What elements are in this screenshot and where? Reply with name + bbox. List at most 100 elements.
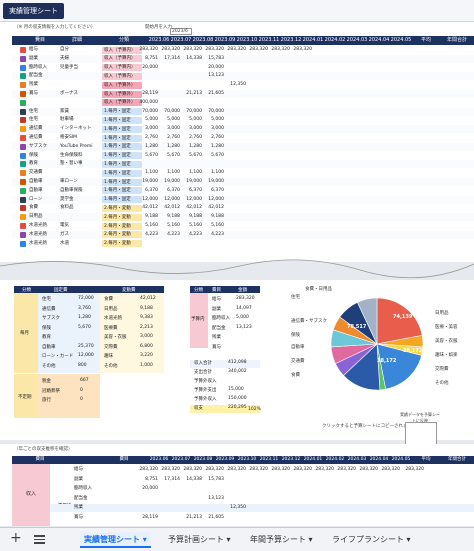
category-detail[interactable]: インターネット bbox=[60, 125, 100, 133]
month-value[interactable]: 12,000 bbox=[180, 196, 202, 204]
month-value[interactable]: 2,760 bbox=[136, 134, 158, 142]
month-value[interactable]: 17,314 bbox=[158, 55, 180, 63]
month-value[interactable]: 9,188 bbox=[202, 213, 224, 221]
month-value[interactable]: 19,000 bbox=[202, 178, 224, 186]
category-detail[interactable]: 電気 bbox=[60, 222, 100, 230]
category-detail[interactable]: 児童手当 bbox=[60, 64, 100, 72]
category-main[interactable]: 水道光熱 bbox=[29, 231, 59, 239]
category-main[interactable]: 給与 bbox=[29, 46, 59, 54]
month-value[interactable]: 400,000 bbox=[136, 99, 158, 107]
month-value[interactable]: 21,213 bbox=[180, 90, 202, 98]
month-value[interactable]: 2,760 bbox=[180, 134, 202, 142]
category-main[interactable]: 通信費 bbox=[29, 134, 59, 142]
tab-budget-plan[interactable]: 予算計画シート ▾ bbox=[168, 532, 231, 548]
month-value[interactable]: 42,012 bbox=[180, 204, 202, 212]
month-value[interactable]: 5,160 bbox=[202, 222, 224, 230]
month-value[interactable]: 283,320 bbox=[180, 46, 202, 54]
category-main[interactable]: 水道光熱 bbox=[29, 240, 59, 248]
month-value[interactable]: 9,188 bbox=[180, 213, 202, 221]
category-kind-select[interactable]: 収入（予算内） bbox=[102, 72, 142, 80]
all-sheets-menu-icon[interactable] bbox=[34, 533, 45, 544]
category-detail[interactable]: YouTube Premi bbox=[60, 143, 100, 151]
month-value[interactable]: 283,320 bbox=[136, 46, 158, 54]
category-kind-select[interactable]: 1.毎月・固定 bbox=[102, 160, 142, 168]
month-value[interactable]: 20,000 bbox=[136, 64, 158, 72]
month-value[interactable]: 3,000 bbox=[158, 125, 180, 133]
start-month-input[interactable]: 2023/6 bbox=[170, 28, 192, 35]
category-detail[interactable]: 生命保険料 bbox=[60, 152, 100, 160]
month-value[interactable]: 1,100 bbox=[158, 169, 180, 177]
month-value[interactable]: 70,000 bbox=[158, 108, 180, 116]
category-kind-select[interactable]: 2.毎月・変動 bbox=[102, 240, 142, 248]
month-value[interactable]: 42,012 bbox=[202, 204, 224, 212]
category-main[interactable]: 自動車 bbox=[29, 187, 59, 195]
category-detail[interactable]: 駐車場 bbox=[60, 116, 100, 124]
month-value[interactable]: 5,000 bbox=[158, 116, 180, 124]
category-detail[interactable]: 奨学金 bbox=[60, 196, 100, 204]
category-main[interactable]: 配当金 bbox=[29, 72, 59, 80]
category-detail[interactable]: 自動車保険 bbox=[60, 187, 100, 195]
category-main[interactable]: ローン bbox=[29, 196, 59, 204]
month-value[interactable]: 12,000 bbox=[158, 196, 180, 204]
month-value[interactable]: 19,000 bbox=[180, 178, 202, 186]
tab-life-plan[interactable]: ライフプランシート ▾ bbox=[332, 532, 411, 548]
month-value[interactable]: 2,760 bbox=[158, 134, 180, 142]
month-value[interactable]: 9,188 bbox=[158, 213, 180, 221]
month-value[interactable]: 1,100 bbox=[180, 169, 202, 177]
category-detail[interactable]: 車ローン bbox=[60, 178, 100, 186]
category-main[interactable]: 自動車 bbox=[29, 178, 59, 186]
category-main[interactable]: 住宅 bbox=[29, 116, 59, 124]
month-value[interactable]: 6,370 bbox=[180, 187, 202, 195]
month-value[interactable]: 42,012 bbox=[136, 204, 158, 212]
month-value[interactable]: 12,000 bbox=[136, 196, 158, 204]
category-detail[interactable]: 塾・習い事 bbox=[60, 160, 100, 168]
month-value[interactable]: 12,000 bbox=[202, 196, 224, 204]
month-value[interactable]: 6,370 bbox=[158, 187, 180, 195]
category-kind-select[interactable]: 収入（予算外） bbox=[102, 81, 142, 89]
month-value[interactable]: 3,000 bbox=[180, 125, 202, 133]
category-main[interactable]: 教育 bbox=[29, 160, 59, 168]
spreadsheet-area[interactable]: （※ 月の収支情報を入力してください） 開始月を入力 2023/6 費目 詳細 分類… bbox=[0, 22, 474, 527]
month-value[interactable]: 14,338 bbox=[180, 55, 202, 63]
category-main[interactable]: 通信費 bbox=[29, 125, 59, 133]
category-detail[interactable]: 自分 bbox=[60, 46, 100, 54]
category-detail[interactable]: 夫婦 bbox=[60, 55, 100, 63]
month-value[interactable]: 3,000 bbox=[136, 125, 158, 133]
category-detail[interactable]: 格安SIM bbox=[60, 134, 100, 142]
month-value[interactable]: 283,320 bbox=[202, 46, 224, 54]
month-value[interactable]: 13,123 bbox=[202, 72, 224, 80]
category-main[interactable]: 日用品 bbox=[29, 213, 59, 221]
month-value[interactable]: 4,223 bbox=[158, 231, 180, 239]
category-detail[interactable]: 家賃 bbox=[60, 108, 100, 116]
month-value[interactable]: 5,160 bbox=[180, 222, 202, 230]
month-value[interactable]: 8,751 bbox=[136, 55, 158, 63]
month-value[interactable]: 1,280 bbox=[202, 143, 224, 151]
category-main[interactable]: 水道光熱 bbox=[29, 222, 59, 230]
category-main[interactable]: 残業 bbox=[29, 81, 59, 89]
category-main[interactable]: 住宅 bbox=[29, 108, 59, 116]
month-value[interactable]: 5,000 bbox=[180, 116, 202, 124]
month-value[interactable]: 5,670 bbox=[180, 152, 202, 160]
month-value[interactable]: 70,000 bbox=[180, 108, 202, 116]
month-value[interactable]: 5,670 bbox=[158, 152, 180, 160]
month-value[interactable]: 5,000 bbox=[202, 116, 224, 124]
category-main[interactable]: 食費 bbox=[29, 204, 59, 212]
month-value[interactable]: 1,280 bbox=[136, 143, 158, 151]
month-value[interactable]: 4,223 bbox=[180, 231, 202, 239]
month-value[interactable]: 12,350 bbox=[224, 81, 246, 89]
month-value[interactable]: 5,670 bbox=[136, 152, 158, 160]
month-value[interactable]: 283,320 bbox=[246, 46, 268, 54]
category-main[interactable]: 賞与 bbox=[29, 90, 59, 98]
month-value[interactable]: 5,670 bbox=[202, 152, 224, 160]
month-value[interactable]: 2,760 bbox=[202, 134, 224, 142]
month-value[interactable]: 6,370 bbox=[202, 187, 224, 195]
category-main[interactable]: 保険 bbox=[29, 152, 59, 160]
category-main[interactable]: 副業 bbox=[29, 55, 59, 63]
month-value[interactable]: 283,320 bbox=[290, 46, 312, 54]
category-detail[interactable]: 水道 bbox=[60, 240, 100, 248]
month-value[interactable]: 3,000 bbox=[202, 125, 224, 133]
month-value[interactable]: 283,320 bbox=[158, 46, 180, 54]
month-value[interactable]: 9,188 bbox=[136, 213, 158, 221]
category-detail[interactable]: ボーナス bbox=[60, 90, 100, 98]
month-value[interactable]: 1,280 bbox=[180, 143, 202, 151]
